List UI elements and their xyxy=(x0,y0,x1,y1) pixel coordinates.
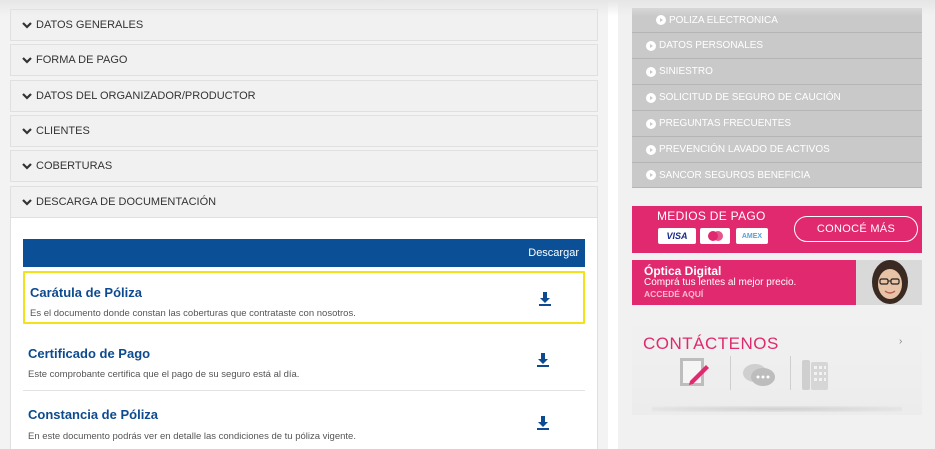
chevron-down-icon xyxy=(22,163,32,170)
accordion-label: DATOS DEL ORGANIZADOR/PRODUCTOR xyxy=(36,90,256,102)
payment-methods-banner[interactable]: MEDIOS DE PAGO VISA AMEX CONOCÉ MÁS xyxy=(632,206,922,253)
banner-title: Óptica Digital xyxy=(644,264,722,278)
banner-title: MEDIOS DE PAGO xyxy=(657,209,766,223)
download-icon[interactable] xyxy=(537,416,549,430)
chevron-right-icon xyxy=(646,92,656,103)
chevron-down-icon xyxy=(22,22,32,29)
visa-logo: VISA xyxy=(658,228,696,244)
menu-item-prevencion-lavado[interactable]: PREVENCIÓN LAVADO DE ACTIVOS xyxy=(632,137,922,163)
mastercard-logo xyxy=(700,228,730,244)
document-row-caratula[interactable]: Carátula de Póliza Es el documento donde… xyxy=(23,271,585,324)
menu-item-label: SANCOR SEGUROS BENEFICIA xyxy=(659,169,811,181)
chevron-down-icon xyxy=(22,128,32,135)
contact-section: CONTÁCTENOS › xyxy=(632,320,922,415)
document-row-constancia[interactable]: Constancia de Póliza En este documento p… xyxy=(23,392,585,449)
chevron-right-icon[interactable]: › xyxy=(899,336,902,347)
menu-item-label: PREVENCIÓN LAVADO DE ACTIVOS xyxy=(659,144,830,155)
chevron-down-icon xyxy=(22,57,32,64)
download-icon[interactable] xyxy=(539,292,551,306)
accede-aqui-link[interactable]: ACCEDÉ AQUÍ xyxy=(644,289,703,299)
accordion-coberturas[interactable]: COBERTURAS xyxy=(10,150,598,182)
menu-item-siniestro[interactable]: SINIESTRO xyxy=(632,59,922,85)
chevron-right-icon xyxy=(646,170,656,180)
divider xyxy=(730,356,731,390)
download-icon[interactable] xyxy=(537,353,549,367)
divider xyxy=(790,356,791,390)
accordion-label: DESCARGA DE DOCUMENTACIÓN xyxy=(36,196,217,208)
accordion-clientes[interactable]: CLIENTES xyxy=(10,115,598,147)
optica-digital-banner[interactable]: Óptica Digital Comprá tus lentes al mejo… xyxy=(632,260,922,305)
chevron-down-icon xyxy=(22,199,32,206)
menu-item-label: PREGUNTAS FRECUENTES xyxy=(659,118,792,129)
form-edit-icon[interactable] xyxy=(678,355,710,389)
menu-item-sancor-beneficia[interactable]: SANCOR SEGUROS BENEFICIA xyxy=(632,163,922,188)
section-shadow xyxy=(652,406,902,412)
accordion-datos-organizador[interactable]: DATOS DEL ORGANIZADOR/PRODUCTOR xyxy=(10,80,598,112)
banner-subtitle: Comprá tus lentes al mejor precio. xyxy=(644,277,797,288)
phone-icon[interactable] xyxy=(802,360,828,390)
menu-item-label: SINIESTRO xyxy=(659,66,713,77)
chevron-right-icon xyxy=(646,118,656,129)
document-description: Es el documento donde constan las cobert… xyxy=(30,308,356,319)
woman-glasses-photo xyxy=(856,260,922,305)
menu-item-datos-personales[interactable]: DATOS PERSONALES xyxy=(632,33,922,59)
accordion-forma-de-pago[interactable]: FORMA DE PAGO xyxy=(10,44,598,76)
menu-item-preguntas-frecuentes[interactable]: PREGUNTAS FRECUENTES xyxy=(632,111,922,137)
documents-table-header: Descargar xyxy=(23,239,585,267)
top-shadow xyxy=(0,0,935,16)
menu-item-label: POLIZA ELECTRONICA xyxy=(669,14,778,26)
contact-title[interactable]: CONTÁCTENOS xyxy=(643,334,779,354)
accordion-descarga-documentacion[interactable]: DESCARGA DE DOCUMENTACIÓN xyxy=(10,186,598,218)
accordion-label: DATOS GENERALES xyxy=(36,19,144,31)
menu-item-label: SOLICITUD DE SEGURO DE CAUCIÓN xyxy=(659,92,841,103)
chevron-right-icon xyxy=(656,15,666,25)
accordion-label: FORMA DE PAGO xyxy=(36,54,128,66)
document-title[interactable]: Certificado de Pago xyxy=(28,346,150,361)
chevron-right-icon xyxy=(646,40,656,51)
accordion-label: COBERTURAS xyxy=(36,160,113,172)
chevron-down-icon xyxy=(22,93,32,100)
chat-icon[interactable] xyxy=(742,362,776,388)
conoce-mas-button[interactable]: CONOCÉ MÁS xyxy=(794,216,918,242)
document-title[interactable]: Carátula de Póliza xyxy=(30,285,142,300)
accordion-label: CLIENTES xyxy=(36,125,90,137)
document-title[interactable]: Constancia de Póliza xyxy=(28,407,158,422)
chevron-right-icon xyxy=(646,66,656,77)
menu-item-seguro-caucion[interactable]: SOLICITUD DE SEGURO DE CAUCIÓN xyxy=(632,85,922,111)
document-description: En este documento podrás ver en detalle … xyxy=(28,431,356,442)
amex-logo: AMEX xyxy=(736,228,768,244)
chevron-right-icon xyxy=(646,144,656,155)
menu-item-label: DATOS PERSONALES xyxy=(659,40,764,51)
document-description: Este comprobante certifica que el pago d… xyxy=(28,369,300,380)
download-column-header: Descargar xyxy=(528,247,579,259)
document-row-certificado[interactable]: Certificado de Pago Este comprobante cer… xyxy=(23,332,585,391)
